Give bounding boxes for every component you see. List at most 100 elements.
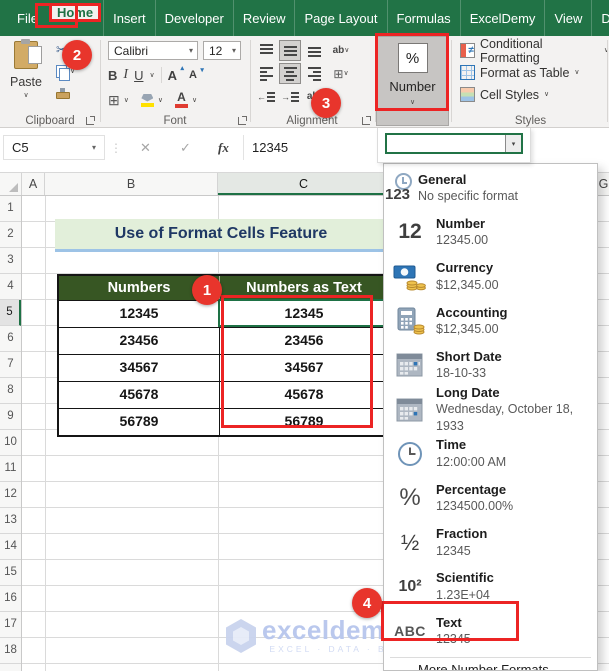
cell-numbers[interactable]: 45678 [59, 382, 219, 408]
number-12-icon: 12 [384, 220, 436, 244]
formula-input[interactable]: 12345 [252, 140, 288, 155]
merge-center-button[interactable]: ⊞ ∨ [327, 63, 355, 84]
insert-function-icon[interactable]: fx [218, 140, 229, 156]
font-color-button[interactable]: A [174, 91, 188, 108]
combobox-dropdown-button[interactable]: ▾ [505, 135, 521, 152]
chevron-down-icon: ∨ [157, 96, 163, 104]
tab-home[interactable]: Home [48, 3, 102, 22]
align-left-button[interactable] [255, 63, 277, 84]
fill-color-button[interactable] [140, 93, 154, 107]
format-option-scientific[interactable]: 10² Scientific 1.23E+04 [384, 565, 597, 609]
more-number-formats-item[interactable]: More Number Formats... [390, 657, 591, 670]
format-option-long-date[interactable]: Long Date Wednesday, October 18, 1933 [384, 385, 597, 433]
row-header-5[interactable]: 5 [0, 300, 21, 326]
format-option-general[interactable]: 123 General No specific format [384, 166, 597, 210]
cell-numbers[interactable]: 23456 [59, 328, 219, 354]
format-painter-button[interactable] [56, 86, 75, 101]
cell-numbers-as-text[interactable]: 56789 [219, 409, 388, 435]
column-header-g[interactable]: G [598, 173, 609, 195]
borders-button[interactable]: ⊞ [108, 93, 120, 107]
cell-numbers[interactable]: 34567 [59, 355, 219, 381]
number-group-label: Number [389, 79, 436, 94]
styles-item-cell-styles[interactable]: Cell Styles ∨ [452, 84, 609, 105]
format-option-currency[interactable]: Currency $12,345.00 [384, 255, 597, 299]
styles-item-conditional-formatting[interactable]: ≠Conditional Formatting∨ [452, 37, 609, 65]
chevron-down-icon: ∨ [191, 96, 198, 104]
clipboard-dialog-launcher-icon[interactable] [86, 116, 95, 125]
tab-view[interactable]: View [544, 0, 591, 36]
cell-numbers-as-text[interactable]: 45678 [219, 382, 388, 408]
format-option-short-date[interactable]: Short Date 18-10-33 [384, 343, 597, 387]
row-header-3[interactable]: 3 [0, 248, 21, 274]
cell-numbers-as-text[interactable]: 34567 [219, 355, 388, 381]
tab-insert[interactable]: Insert [103, 0, 155, 36]
cell-numbers[interactable]: 56789 [59, 409, 219, 435]
font-size-combobox[interactable]: 12 ▾ [203, 41, 241, 60]
row-header-2[interactable]: 2 [0, 222, 21, 248]
number-format-group-button[interactable]: % Number ∨ [376, 36, 449, 126]
number-format-input[interactable] [387, 135, 505, 152]
name-box[interactable]: C5 ▾ [3, 135, 105, 160]
format-option-percentage[interactable]: % Percentage 1234500.00% [384, 476, 597, 520]
shrink-font-button[interactable]: A ▾ [189, 67, 204, 81]
row-header-4[interactable]: 4 [0, 274, 21, 300]
align-center-button[interactable] [279, 63, 301, 84]
middle-align-button[interactable] [279, 40, 301, 61]
table-row: 45678 45678 [59, 381, 388, 408]
format-option-text: Time 12:00:00 AM [436, 437, 506, 470]
row-header-15[interactable]: 15 [0, 560, 21, 586]
column-header-c[interactable]: C [218, 173, 390, 195]
number-format-combobox[interactable]: ▾ [385, 133, 523, 154]
paste-button[interactable]: Paste ∨ [4, 39, 48, 115]
format-option-time[interactable]: Time 12:00:00 AM [384, 432, 597, 476]
font-dialog-launcher-icon[interactable] [238, 116, 247, 125]
orientation-button[interactable]: ab ∨ [327, 40, 355, 61]
enter-check-icon[interactable]: ✓ [180, 140, 191, 156]
row-header-7[interactable]: 7 [0, 352, 21, 378]
row-header-12[interactable]: 12 [0, 482, 21, 508]
align-right-button[interactable] [303, 63, 325, 84]
row-header-1[interactable]: 1 [0, 196, 21, 222]
alignment-dialog-launcher-icon[interactable] [362, 116, 371, 125]
bottom-align-button[interactable] [303, 40, 325, 61]
cell-numbers[interactable]: 12345 [59, 301, 219, 327]
tab-exceldemy[interactable]: ExcelDemy [459, 0, 545, 36]
underline-button[interactable]: U [134, 68, 143, 83]
select-all-corner[interactable] [0, 173, 22, 195]
tab-page-layout[interactable]: Page Layout [294, 0, 386, 36]
font-name-combobox[interactable]: Calibri ▾ [108, 41, 198, 60]
row-header-10[interactable]: 10 [0, 430, 21, 456]
grow-font-button[interactable]: A ▴ [168, 65, 184, 83]
tab-developer[interactable]: Developer [154, 0, 233, 36]
row-header-14[interactable]: 14 [0, 534, 21, 560]
row-header-8[interactable]: 8 [0, 378, 21, 404]
column-header-a[interactable]: A [22, 173, 45, 195]
percentage-icon: % [384, 484, 436, 512]
tab-review[interactable]: Review [232, 0, 295, 36]
tab-formulas[interactable]: Formulas [386, 0, 460, 36]
decrease-indent-button[interactable]: ← [255, 86, 277, 107]
row-header-11[interactable]: 11 [0, 456, 21, 482]
row-header-13[interactable]: 13 [0, 508, 21, 534]
format-option-name: Fraction [436, 526, 488, 542]
top-align-button[interactable] [255, 40, 277, 61]
cell-numbers-as-text[interactable]: 23456 [219, 328, 388, 354]
column-header-b[interactable]: B [45, 173, 218, 195]
row-header-6[interactable]: 6 [0, 326, 21, 352]
format-option-accounting[interactable]: Accounting $12,345.00 [384, 299, 597, 343]
tab-data[interactable]: Data [591, 0, 609, 36]
tab-file[interactable]: File [8, 0, 47, 36]
italic-button[interactable]: I [123, 67, 128, 83]
increase-indent-button[interactable]: → [279, 86, 301, 107]
format-option-fraction[interactable]: ½ Fraction 12345 [384, 520, 597, 564]
cancel-icon[interactable]: ✕ [140, 140, 151, 156]
row-header-17[interactable]: 17 [0, 612, 21, 638]
row-header-9[interactable]: 9 [0, 404, 21, 430]
row-header-18[interactable]: 18 [0, 638, 21, 664]
styles-item-format-as-table[interactable]: Format as Table ∨ [452, 62, 609, 83]
format-option-number[interactable]: 12 Number 12345.00 [384, 210, 597, 254]
row-header-16[interactable]: 16 [0, 586, 21, 612]
format-option-text: General No specific format [418, 172, 518, 205]
bold-button[interactable]: B [108, 68, 117, 83]
format-option-text[interactable]: ABC Text 12345 [384, 609, 597, 653]
